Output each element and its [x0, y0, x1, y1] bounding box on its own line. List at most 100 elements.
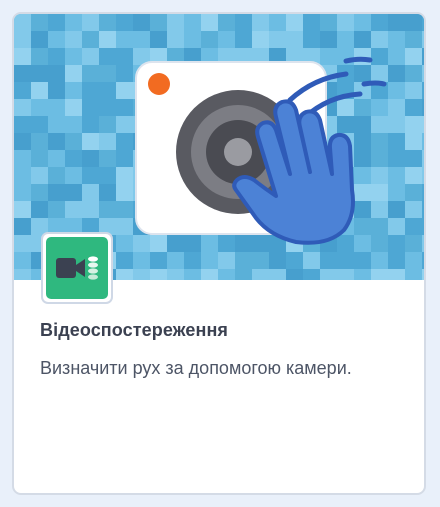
banner-pixel	[371, 184, 388, 201]
banner-pixel	[65, 150, 82, 167]
banner-pixel	[31, 150, 48, 167]
banner-pixel	[252, 252, 269, 269]
banner-pixel	[371, 48, 388, 65]
banner-pixel	[337, 252, 354, 269]
banner-pixel	[388, 48, 405, 65]
banner-pixel	[371, 252, 388, 269]
banner-pixel	[14, 116, 31, 133]
banner-pixel	[388, 252, 405, 269]
banner-pixel	[31, 99, 48, 116]
banner-pixel	[116, 269, 133, 280]
banner-pixel	[354, 99, 371, 116]
banner-pixel	[150, 235, 167, 252]
banner-pixel	[405, 82, 422, 99]
banner-pixel	[65, 201, 82, 218]
banner-pixel	[235, 269, 252, 280]
banner-pixel	[218, 252, 235, 269]
banner-pixel	[388, 235, 405, 252]
banner-pixel	[422, 99, 424, 116]
banner-pixel	[422, 150, 424, 167]
banner-pixel	[99, 48, 116, 65]
banner-pixel	[201, 235, 218, 252]
banner-pixel	[65, 184, 82, 201]
banner-pixel	[405, 218, 422, 235]
banner-pixel	[405, 14, 422, 31]
banner-pixel	[286, 252, 303, 269]
banner-pixel	[48, 201, 65, 218]
banner-pixel	[201, 252, 218, 269]
banner-pixel	[14, 31, 31, 48]
banner-pixel	[82, 31, 99, 48]
banner-pixel	[269, 269, 286, 280]
banner-pixel	[116, 184, 133, 201]
banner-pixel	[388, 31, 405, 48]
banner-pixel	[371, 65, 388, 82]
banner-pixel	[65, 31, 82, 48]
banner-pixel	[65, 82, 82, 99]
banner-pixel	[82, 82, 99, 99]
banner-pixel	[303, 252, 320, 269]
banner-pixel	[31, 201, 48, 218]
banner-pixel	[235, 31, 252, 48]
banner-pixel	[371, 201, 388, 218]
banner-pixel	[65, 99, 82, 116]
banner-pixel	[116, 116, 133, 133]
banner-pixel	[116, 99, 133, 116]
banner-pixel	[354, 269, 371, 280]
extension-description: Визначити рух за допомогою камери.	[40, 358, 352, 378]
banner-pixel	[218, 31, 235, 48]
banner-pixel	[388, 99, 405, 116]
banner-pixel	[235, 252, 252, 269]
banner-pixel	[422, 201, 424, 218]
banner-pixel	[116, 218, 133, 235]
banner-pixel	[184, 235, 201, 252]
banner-pixel	[14, 133, 31, 150]
banner-pixel	[14, 14, 31, 31]
banner-pixel	[269, 252, 286, 269]
banner-pixel	[388, 133, 405, 150]
banner-pixel	[116, 82, 133, 99]
banner-pixel	[371, 218, 388, 235]
banner-pixel	[422, 82, 424, 99]
banner-pixel	[150, 14, 167, 31]
banner-pixel	[371, 235, 388, 252]
banner-pixel	[99, 31, 116, 48]
banner-pixel	[31, 184, 48, 201]
banner-pixel	[14, 235, 31, 252]
banner-pixel	[354, 184, 371, 201]
banner-pixel	[218, 14, 235, 31]
banner-pixel	[82, 14, 99, 31]
banner-pixel	[14, 48, 31, 65]
banner-pixel	[388, 82, 405, 99]
banner-pixel	[320, 14, 337, 31]
banner-pixel	[422, 116, 424, 133]
banner-pixel	[371, 14, 388, 31]
banner-pixel	[31, 48, 48, 65]
banner-pixel	[82, 201, 99, 218]
banner-pixel	[48, 150, 65, 167]
banner-pixel	[133, 252, 150, 269]
video-sensing-extension-card[interactable]: Відеоспостереження Визначити рух за допо…	[12, 12, 426, 495]
banner-pixel	[14, 184, 31, 201]
banner-pixel	[116, 167, 133, 184]
banner-pixel	[150, 252, 167, 269]
banner-pixel	[65, 133, 82, 150]
banner-pixel	[14, 167, 31, 184]
banner-pixel	[286, 14, 303, 31]
banner-pixel	[422, 14, 424, 31]
banner-pixel	[99, 201, 116, 218]
banner-pixel	[252, 269, 269, 280]
banner-pixel	[99, 150, 116, 167]
banner-pixel	[31, 82, 48, 99]
banner-pixel	[252, 31, 269, 48]
banner-pixel	[422, 48, 424, 65]
banner-pixel	[422, 133, 424, 150]
banner-pixel	[65, 116, 82, 133]
banner-pixel	[65, 48, 82, 65]
banner-pixel	[337, 14, 354, 31]
banner-pixel	[354, 133, 371, 150]
banner-pixel	[286, 31, 303, 48]
banner-pixel	[48, 14, 65, 31]
banner-pixel	[82, 99, 99, 116]
banner-pixel	[405, 116, 422, 133]
